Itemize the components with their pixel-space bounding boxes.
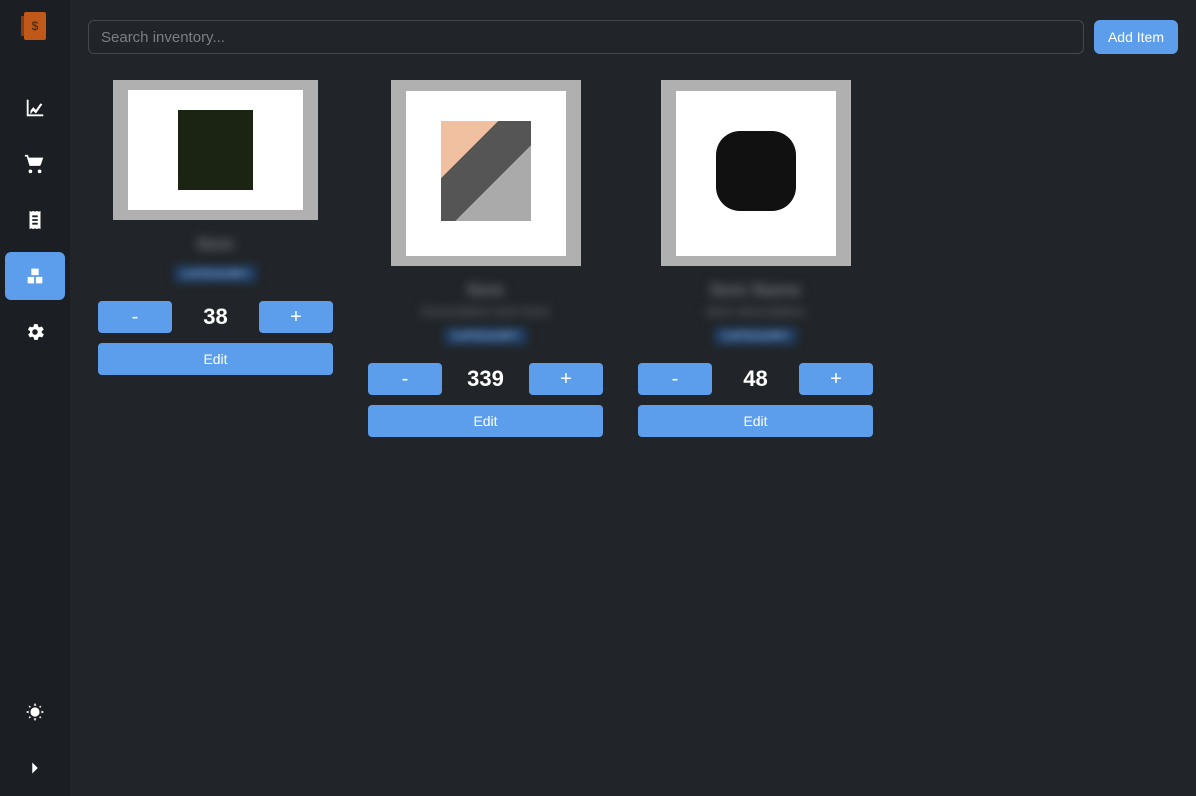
edit-button[interactable]: Edit	[638, 405, 873, 437]
nav-receipt[interactable]	[5, 196, 65, 244]
inventory-card: Item Description text here CATEGORY - 33…	[368, 80, 603, 437]
edit-button[interactable]: Edit	[368, 405, 603, 437]
add-item-button[interactable]: Add Item	[1094, 20, 1178, 54]
quantity-stepper: - 48 +	[638, 363, 873, 395]
search-input[interactable]	[88, 20, 1084, 54]
item-title: Item	[197, 234, 234, 255]
sun-icon	[24, 701, 46, 723]
item-category-badge: CATEGORY	[444, 327, 526, 345]
theme-toggle[interactable]	[5, 688, 65, 736]
decrement-button[interactable]: -	[638, 363, 712, 395]
item-thumbnail[interactable]	[391, 80, 581, 266]
item-thumbnail[interactable]	[661, 80, 851, 266]
quantity-value: 48	[743, 366, 767, 392]
sidebar: $	[0, 0, 70, 796]
item-category-badge: CATEGORY	[174, 265, 256, 283]
app-root: $ Add Item	[0, 0, 1196, 796]
cart-icon	[24, 153, 46, 175]
item-subtitle: Item description	[706, 303, 805, 319]
item-category-badge: CATEGORY	[714, 327, 796, 345]
increment-button[interactable]: +	[529, 363, 603, 395]
inventory-card: Item Name Item description CATEGORY - 48…	[638, 80, 873, 437]
nav-analytics[interactable]	[5, 84, 65, 132]
quantity-stepper: - 38 +	[98, 301, 333, 333]
app-logo: $	[24, 12, 46, 40]
inventory-card: Item CATEGORY - 38 + Edit	[98, 80, 333, 437]
chevron-right-icon	[24, 757, 46, 779]
edit-button[interactable]: Edit	[98, 343, 333, 375]
item-thumbnail[interactable]	[113, 80, 318, 220]
increment-button[interactable]: +	[799, 363, 873, 395]
sidebar-expand[interactable]	[5, 744, 65, 792]
inventory-grid: Item CATEGORY - 38 + Edit Item Descripti…	[88, 80, 1178, 437]
item-title: Item	[467, 280, 504, 301]
quantity-value: 38	[203, 304, 227, 330]
item-title: Item Name	[710, 280, 801, 301]
main-content: Add Item Item CATEGORY - 38 + Edit	[70, 0, 1196, 796]
receipt-icon	[24, 209, 46, 231]
topbar: Add Item	[88, 20, 1178, 54]
nav-inventory[interactable]	[5, 252, 65, 300]
nav-cart[interactable]	[5, 140, 65, 188]
decrement-button[interactable]: -	[368, 363, 442, 395]
nav-settings[interactable]	[5, 308, 65, 356]
boxes-icon	[24, 265, 46, 287]
gear-icon	[24, 321, 46, 343]
decrement-button[interactable]: -	[98, 301, 172, 333]
quantity-stepper: - 339 +	[368, 363, 603, 395]
item-subtitle: Description text here	[421, 303, 549, 319]
quantity-value: 339	[467, 366, 504, 392]
chart-line-icon	[24, 97, 46, 119]
increment-button[interactable]: +	[259, 301, 333, 333]
